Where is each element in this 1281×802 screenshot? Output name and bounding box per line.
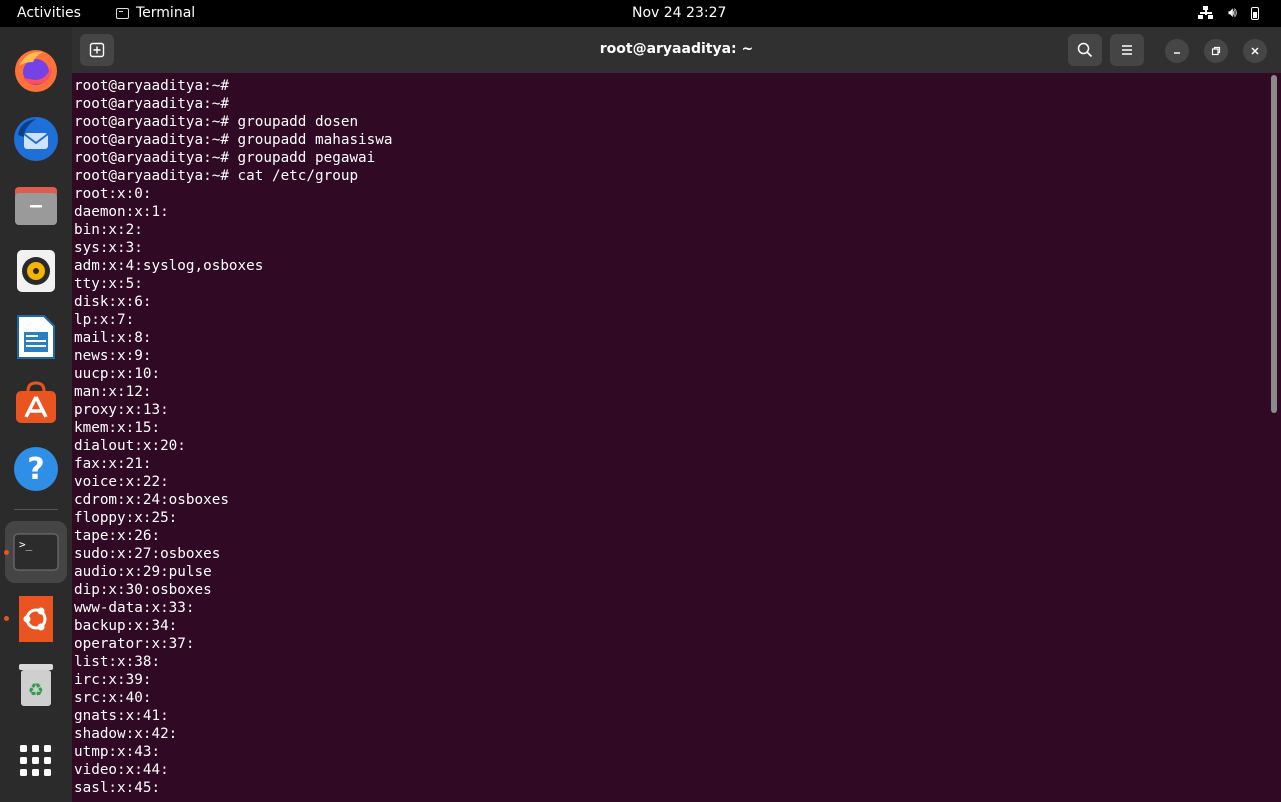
terminal-window: root@aryaaditya: ~ root@aryaaditya:~# roo… xyxy=(72,27,1281,802)
dock-show-apps[interactable] xyxy=(12,737,60,785)
terminal-line: root:x:0: xyxy=(74,186,152,202)
system-tray[interactable]: 🔊︎ xyxy=(1198,5,1259,21)
terminal-line: bin:x:2: xyxy=(74,222,143,238)
hamburger-menu-icon xyxy=(1122,45,1132,55)
battery-icon xyxy=(1251,6,1259,20)
minimize-button[interactable] xyxy=(1165,39,1189,63)
help-icon: ? xyxy=(14,447,58,491)
dock-app-center[interactable] xyxy=(12,379,60,427)
dock: ? >_ ♻ xyxy=(0,27,72,802)
close-icon xyxy=(1251,47,1259,55)
minimize-icon xyxy=(1174,52,1180,54)
terminal-output[interactable]: root@aryaaditya:~# root@aryaaditya:~# root… xyxy=(74,77,1264,802)
terminal-icon: >_ xyxy=(13,533,59,571)
ubuntu-icon xyxy=(19,596,53,642)
dock-rhythmbox[interactable] xyxy=(12,247,60,295)
ubuntu-running-indicator xyxy=(4,616,9,621)
terminal-line: root@aryaaditya:~# groupadd mahasiswa xyxy=(74,132,393,148)
terminal-line: sys:x:3: xyxy=(74,240,143,256)
dock-firefox[interactable] xyxy=(12,47,60,95)
svg-text:>_: >_ xyxy=(19,538,33,551)
terminal-line: disk:x:6: xyxy=(74,294,152,310)
clock[interactable]: Nov 24 23:27 xyxy=(632,5,726,21)
dock-libreoffice-writer[interactable] xyxy=(12,313,60,361)
terminal-line: lp:x:7: xyxy=(74,312,135,328)
top-bar: Activities Terminal Nov 24 23:27 🔊︎ xyxy=(0,0,1281,27)
thunderbird-icon xyxy=(14,117,58,161)
terminal-line: man:x:12: xyxy=(74,384,152,400)
terminal-line: root@aryaaditya:~# groupadd pegawai xyxy=(74,150,376,166)
restore-icon xyxy=(1211,46,1221,56)
close-button[interactable] xyxy=(1243,39,1267,63)
search-button[interactable] xyxy=(1068,34,1102,66)
volume-icon: 🔊︎ xyxy=(1228,5,1237,21)
firefox-icon xyxy=(15,50,57,92)
search-icon xyxy=(1077,42,1093,58)
svg-text:?: ? xyxy=(27,452,44,487)
terminal-running-indicator xyxy=(4,550,9,555)
dock-files[interactable] xyxy=(12,181,60,229)
rhythmbox-icon xyxy=(17,250,55,292)
app-menu-label: Terminal xyxy=(136,5,196,21)
terminal-line: daemon:x:1: xyxy=(74,204,169,220)
terminal-line: audio:x:29:pulse xyxy=(74,564,212,580)
libreoffice-writer-icon xyxy=(17,315,55,359)
terminal-line: proxy:x:13: xyxy=(74,402,169,418)
terminal-line: news:x:9: xyxy=(74,348,152,364)
terminal-line: video:x:44: xyxy=(74,762,169,778)
trash-icon: ♻ xyxy=(19,664,53,706)
terminal-line: root@aryaaditya:~# cat /etc/group xyxy=(74,168,359,184)
terminal-scrollbar[interactable] xyxy=(1271,75,1277,413)
terminal-line: cdrom:x:24:osboxes xyxy=(74,492,229,508)
terminal-app-icon xyxy=(116,7,129,19)
terminal-line: floppy:x:25: xyxy=(74,510,178,526)
terminal-line: operator:x:37: xyxy=(74,636,195,652)
menu-button[interactable] xyxy=(1110,34,1144,66)
terminal-line: tape:x:26: xyxy=(74,528,161,544)
terminal-line: list:x:38: xyxy=(74,654,161,670)
terminal-line: dip:x:30:osboxes xyxy=(74,582,212,598)
terminal-line: shadow:x:42: xyxy=(74,726,178,742)
header-bar: root@aryaaditya: ~ xyxy=(72,27,1281,73)
terminal-line: utmp:x:43: xyxy=(74,744,161,760)
terminal-line: kmem:x:15: xyxy=(74,420,161,436)
terminal-line: irc:x:39: xyxy=(74,672,152,688)
dock-terminal[interactable]: >_ xyxy=(5,521,67,583)
dock-trash[interactable]: ♻ xyxy=(12,661,60,709)
terminal-line: backup:x:34: xyxy=(74,618,178,634)
dock-thunderbird[interactable] xyxy=(12,115,60,163)
terminal-line: www-data:x:33: xyxy=(74,600,195,616)
dock-help[interactable]: ? xyxy=(12,445,60,493)
svg-text:♻: ♻ xyxy=(28,680,44,701)
terminal-line: sasl:x:45: xyxy=(74,780,161,796)
terminal-line: src:x:40: xyxy=(74,690,152,706)
terminal-line: uucp:x:10: xyxy=(74,366,161,382)
files-icon xyxy=(15,187,57,225)
app-center-icon xyxy=(16,381,56,423)
dock-ubuntu[interactable] xyxy=(12,595,60,643)
terminal-line: gnats:x:41: xyxy=(74,708,169,724)
terminal-line: root@aryaaditya:~# groupadd dosen xyxy=(74,114,359,130)
terminal-line: dialout:x:20: xyxy=(74,438,186,454)
terminal-line: fax:x:21: xyxy=(74,456,152,472)
network-icon xyxy=(1198,6,1214,20)
dock-separator xyxy=(14,509,58,510)
maximize-button[interactable] xyxy=(1204,39,1228,63)
terminal-line: voice:x:22: xyxy=(74,474,169,490)
app-menu[interactable]: Terminal xyxy=(116,5,195,21)
terminal-line: sudo:x:27:osboxes xyxy=(74,546,221,562)
terminal-line: adm:x:4:syslog,osboxes xyxy=(74,258,264,274)
terminal-line: root@aryaaditya:~# xyxy=(74,78,229,94)
activities-button[interactable]: Activities xyxy=(17,5,81,21)
terminal-line: tty:x:5: xyxy=(74,276,143,292)
terminal-line: root@aryaaditya:~# xyxy=(74,96,229,112)
show-apps-icon xyxy=(20,745,51,776)
terminal-line: mail:x:8: xyxy=(74,330,152,346)
